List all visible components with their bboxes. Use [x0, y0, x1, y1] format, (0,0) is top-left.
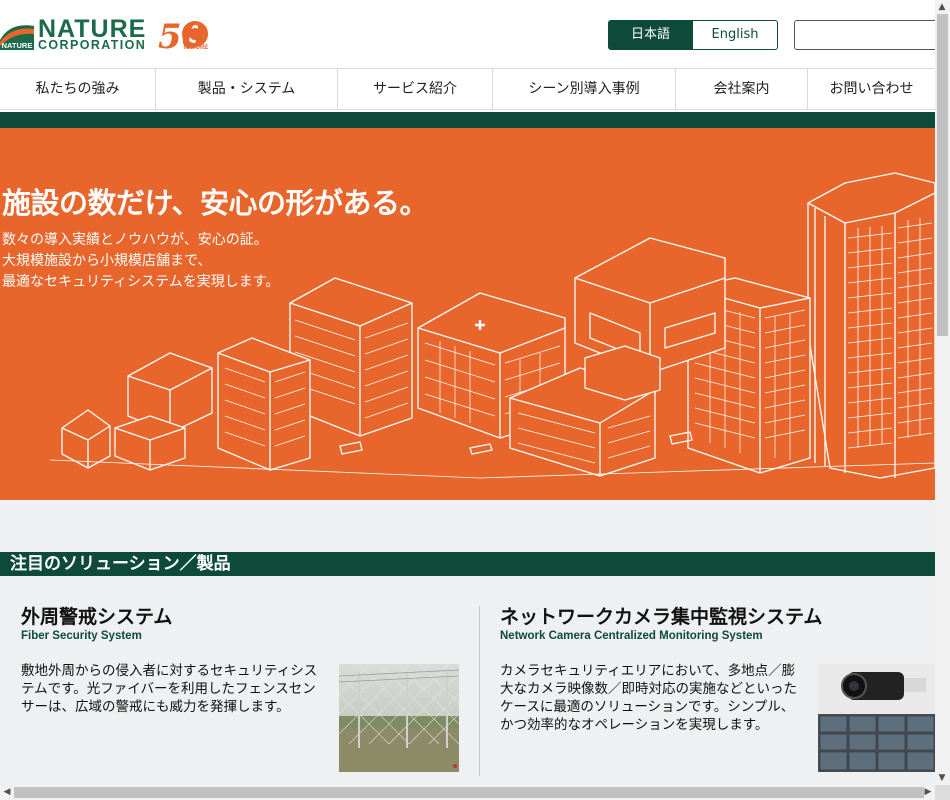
- hero-line: 大規模施設から小規模店舗まで、: [2, 253, 212, 269]
- anniversary-50-icon: 50 NATURE: [158, 18, 209, 52]
- scroll-up-arrow-icon[interactable]: ▲: [935, 0, 949, 14]
- nav-item-strengths[interactable]: 私たちの強み: [0, 69, 156, 109]
- nav-item-products[interactable]: 製品・システム: [156, 69, 338, 109]
- card-title[interactable]: 外周警戒システム: [21, 602, 172, 629]
- nature-logo-icon: NATURE: [0, 20, 34, 50]
- horizontal-scrollbar[interactable]: ◀ ▶: [0, 785, 935, 800]
- horizontal-scroll-thumb[interactable]: [14, 787, 924, 798]
- hero-title: 施設の数だけ、安心の形がある。: [2, 186, 429, 220]
- site-header: NATURE NATURE CORPORATION 50 NATURE 日本語 …: [0, 0, 944, 68]
- scroll-down-arrow-icon[interactable]: ▼: [935, 771, 949, 785]
- language-switcher: 日本語 English: [608, 20, 778, 50]
- nav-item-services[interactable]: サービス紹介: [338, 69, 493, 109]
- hero-banner[interactable]: 施設の数だけ、安心の形がある。 数々の導入実績とノウハウが、安心の証。 大規模施…: [0, 128, 935, 500]
- featured-section: [0, 500, 935, 800]
- svg-text:NATURE: NATURE: [2, 41, 33, 50]
- card-divider: [479, 606, 480, 776]
- fence-photo[interactable]: [339, 664, 459, 772]
- global-nav: 私たちの強み 製品・システム サービス紹介 シーン別導入事例 会社案内 お問い合…: [0, 68, 935, 110]
- scroll-left-arrow-icon[interactable]: ◀: [0, 785, 14, 799]
- card-subtitle: Network Camera Centralized Monitoring Sy…: [500, 630, 763, 642]
- nav-item-case-studies[interactable]: シーン別導入事例: [493, 69, 676, 109]
- logo-name-secondary: CORPORATION: [38, 38, 147, 52]
- vertical-scroll-thumb[interactable]: [937, 14, 948, 336]
- language-english-button[interactable]: English: [693, 20, 778, 50]
- scrollbar-corner: [935, 785, 950, 800]
- nav-item-company[interactable]: 会社案内: [676, 69, 808, 109]
- vertical-scrollbar[interactable]: ▲ ▼: [935, 0, 950, 785]
- svg-text:NATURE: NATURE: [184, 45, 209, 51]
- header-accent-bar: [0, 112, 935, 128]
- camera-photo[interactable]: [818, 664, 935, 772]
- card-description: 敷地外周からの侵入者に対するセキュリティシステムです。光ファイバーを利用したフェ…: [21, 663, 318, 715]
- hero-line: 最適なセキュリティシステムを実現します。: [2, 274, 280, 290]
- featured-heading: 注目のソリューション／製品: [0, 552, 935, 576]
- hero-line: 数々の導入実績とノウハウが、安心の証。: [2, 232, 268, 248]
- company-logo[interactable]: NATURE NATURE CORPORATION: [0, 16, 148, 52]
- card-description: カメラセキュリティエリアにおいて、多地点／膨大なカメラ映像数／即時対応の実施など…: [500, 663, 797, 733]
- scroll-right-arrow-icon[interactable]: ▶: [921, 785, 935, 799]
- nav-item-contact[interactable]: お問い合わせ: [808, 69, 935, 109]
- card-title[interactable]: ネットワークカメラ集中監視システム: [500, 602, 822, 629]
- hero-description: 数々の導入実績とノウハウが、安心の証。 大規模施設から小規模店舗まで、 最適なセ…: [2, 230, 279, 293]
- language-japanese-button[interactable]: 日本語: [608, 20, 693, 50]
- card-subtitle: Fiber Security System: [21, 630, 142, 642]
- search-input[interactable]: [794, 20, 944, 50]
